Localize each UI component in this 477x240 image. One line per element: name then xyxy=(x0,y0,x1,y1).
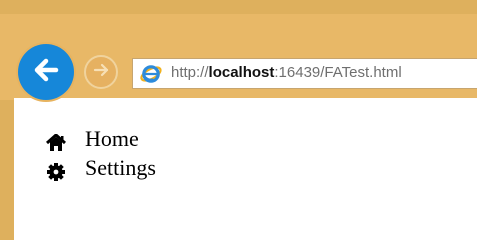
page-content xyxy=(14,98,477,240)
gear-icon xyxy=(46,159,66,181)
forward-button[interactable] xyxy=(84,55,118,89)
internet-explorer-icon xyxy=(139,62,163,86)
url-host: localhost xyxy=(208,64,275,81)
menu-label-home: Home xyxy=(85,126,139,151)
url-path: :16439/FATest.html xyxy=(274,64,402,81)
title-strip xyxy=(0,0,477,14)
back-arrow-icon xyxy=(32,56,60,88)
back-button[interactable] xyxy=(18,44,74,100)
address-url[interactable]: http://localhost:16439/FATest.html xyxy=(171,60,402,86)
home-icon xyxy=(46,130,66,151)
url-protocol: http:// xyxy=(171,64,209,81)
forward-arrow-icon xyxy=(91,60,111,84)
menu-label-settings: Settings xyxy=(85,155,156,180)
